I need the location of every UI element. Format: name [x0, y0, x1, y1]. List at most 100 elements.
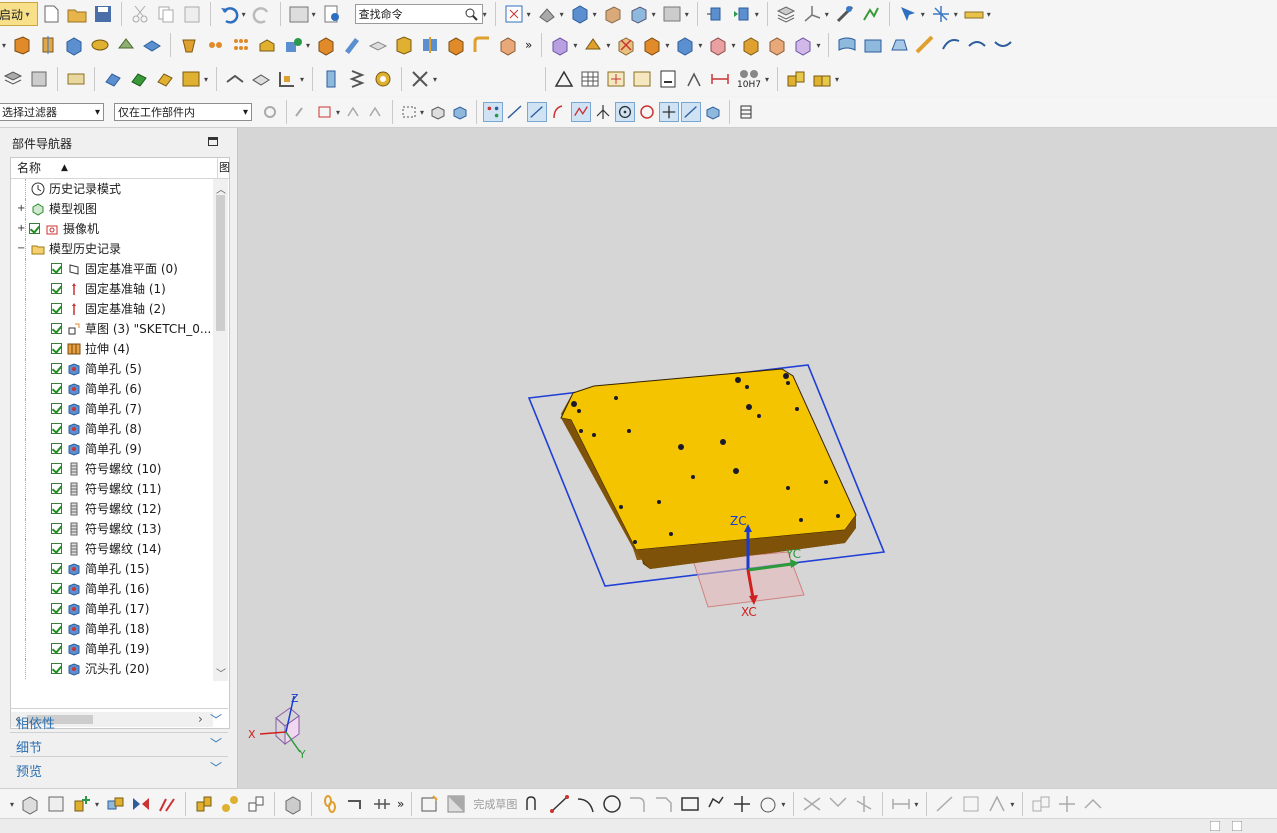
model-canvas[interactable]: ZC YC XC Z X Y	[238, 128, 1277, 788]
wcs-icon[interactable]	[801, 3, 823, 25]
background-icon[interactable]	[661, 3, 683, 25]
tree-row[interactable]: 符号螺纹 (13)	[11, 519, 213, 539]
alternate-solution-icon[interactable]	[1082, 793, 1104, 815]
animate-dimension-icon[interactable]	[1030, 793, 1052, 815]
component-dropdown-icon[interactable]: ▾	[755, 10, 759, 19]
replace-face-icon[interactable]	[641, 34, 663, 56]
snap-existing-point-icon[interactable]	[659, 102, 680, 122]
constrain-dropdown-icon[interactable]: ▾	[1010, 800, 1014, 809]
move-face-dropdown-icon[interactable]: ▾	[573, 41, 577, 50]
section-view-icon[interactable]	[602, 3, 624, 25]
pattern-icon[interactable]	[930, 3, 952, 25]
offset-curve-icon[interactable]	[757, 793, 779, 815]
visibility-checkbox[interactable]	[51, 323, 62, 334]
expand-icon[interactable]: +	[17, 224, 25, 234]
ruler-dropdown-icon[interactable]: ▾	[987, 10, 991, 19]
chamfer-icon[interactable]	[445, 34, 467, 56]
convert-reference-icon[interactable]	[1056, 793, 1078, 815]
move-component-icon[interactable]	[705, 3, 727, 25]
rectangle-select-dropdown-icon[interactable]: ▾	[420, 108, 424, 117]
search-dropdown-icon[interactable]: ▾	[483, 10, 487, 19]
tree-row[interactable]: 简单孔 (17)	[11, 599, 213, 619]
tree-row[interactable]: 简单孔 (19)	[11, 639, 213, 659]
tree-row[interactable]: 简单孔 (6)	[11, 379, 213, 399]
mirror-icon[interactable]	[497, 34, 519, 56]
surface-finish-icon[interactable]	[683, 68, 705, 90]
visibility-checkbox[interactable]	[51, 303, 62, 314]
pattern-face-icon[interactable]	[740, 34, 762, 56]
select-feature-dropdown-icon[interactable]: ▾	[336, 108, 340, 117]
select-feature-icon[interactable]	[315, 102, 335, 122]
surface-through-curves-icon[interactable]	[836, 34, 858, 56]
maximize-icon[interactable]	[208, 137, 218, 146]
sphere-icon[interactable]	[141, 34, 163, 56]
tree-row[interactable]: 简单孔 (7)	[11, 399, 213, 419]
open-folder-icon[interactable]	[66, 3, 88, 25]
delete-face-icon[interactable]	[615, 34, 637, 56]
resize-blend-dropdown-icon[interactable]: ▾	[731, 41, 735, 50]
tools-dropdown-icon[interactable]: ▾	[433, 75, 437, 84]
section-curve-icon[interactable]	[224, 68, 246, 90]
wcs-dropdown-icon[interactable]: ▾	[825, 10, 829, 19]
snap-bounded-grid-icon[interactable]	[703, 102, 723, 122]
offset-face-icon[interactable]	[367, 34, 389, 56]
point-icon[interactable]	[731, 793, 753, 815]
boolean-dropdown-icon[interactable]: ▾	[306, 41, 310, 50]
visibility-checkbox[interactable]	[51, 283, 62, 294]
snap-point-on-curve-icon[interactable]	[637, 102, 657, 122]
circle-icon[interactable]	[601, 793, 623, 815]
extend-curve-icon[interactable]	[827, 793, 849, 815]
start-button[interactable]: 启动 ▾	[0, 2, 38, 26]
new-file-icon[interactable]	[40, 3, 62, 25]
link-icon[interactable]	[319, 793, 341, 815]
blend-icon[interactable]	[471, 34, 493, 56]
move-component-2-icon[interactable]	[156, 793, 178, 815]
expand-icon[interactable]: +	[17, 204, 25, 214]
boss-icon[interactable]	[204, 34, 226, 56]
visibility-checkbox[interactable]	[51, 603, 62, 614]
quick-dimension-icon[interactable]	[890, 793, 912, 815]
redo-icon[interactable]	[251, 3, 273, 25]
panel-preview[interactable]: 预览 ﹀	[10, 756, 228, 780]
group-face-dropdown-icon[interactable]: ▾	[816, 41, 820, 50]
replace-component-icon[interactable]	[731, 3, 753, 25]
snap-quadrant-icon[interactable]	[615, 102, 636, 122]
dimension-icon[interactable]	[709, 68, 731, 90]
auto-constrain-icon[interactable]	[986, 793, 1008, 815]
rectangle-icon[interactable]	[679, 793, 701, 815]
status-window-2-icon[interactable]	[1232, 821, 1242, 831]
fit-dropdown-icon[interactable]: ▾	[527, 10, 531, 19]
visibility-checkbox[interactable]	[29, 223, 40, 234]
project-curve-icon[interactable]	[276, 68, 298, 90]
sketch-icon[interactable]	[419, 793, 441, 815]
pull-face-dropdown-icon[interactable]: ▾	[606, 41, 610, 50]
mirror-assembly-icon[interactable]	[130, 793, 152, 815]
show-hide-icon[interactable]	[154, 68, 176, 90]
hide-icon[interactable]	[102, 68, 124, 90]
unite-icon[interactable]	[256, 34, 278, 56]
finish-sketch-label[interactable]: 完成草图	[473, 796, 517, 812]
copy-icon[interactable]	[155, 3, 177, 25]
selection-scope-dropdown[interactable]: 仅在工作部件内	[114, 103, 252, 122]
pull-face-icon[interactable]	[582, 34, 604, 56]
filter-settings-icon[interactable]	[260, 102, 280, 122]
tree-row[interactable]: 简单孔 (18)	[11, 619, 213, 639]
mirror-face-icon[interactable]	[766, 34, 788, 56]
tree-row[interactable]: 符号螺纹 (14)	[11, 539, 213, 559]
body-select-icon[interactable]	[450, 102, 470, 122]
visibility-checkbox[interactable]	[51, 503, 62, 514]
hole-icon[interactable]	[178, 34, 200, 56]
assembly-add-icon[interactable]	[785, 68, 807, 90]
replace-face-dropdown-icon[interactable]: ▾	[665, 41, 669, 50]
section-dropdown-icon[interactable]: ▾	[652, 10, 656, 19]
pocket-icon[interactable]	[230, 34, 252, 56]
scroll-down-icon[interactable]: ﹀	[216, 665, 226, 680]
offset-dropdown-icon[interactable]: ▾	[781, 800, 785, 809]
tree-row[interactable]: + 摄像机	[11, 219, 213, 239]
snap-arc-center-icon[interactable]	[593, 102, 613, 122]
group-face-icon[interactable]	[792, 34, 814, 56]
subtract-icon[interactable]	[282, 34, 304, 56]
assembly-dropdown-icon[interactable]: ▾	[835, 75, 839, 84]
fit-view-icon[interactable]	[503, 3, 525, 25]
add-component-icon[interactable]	[71, 793, 93, 815]
